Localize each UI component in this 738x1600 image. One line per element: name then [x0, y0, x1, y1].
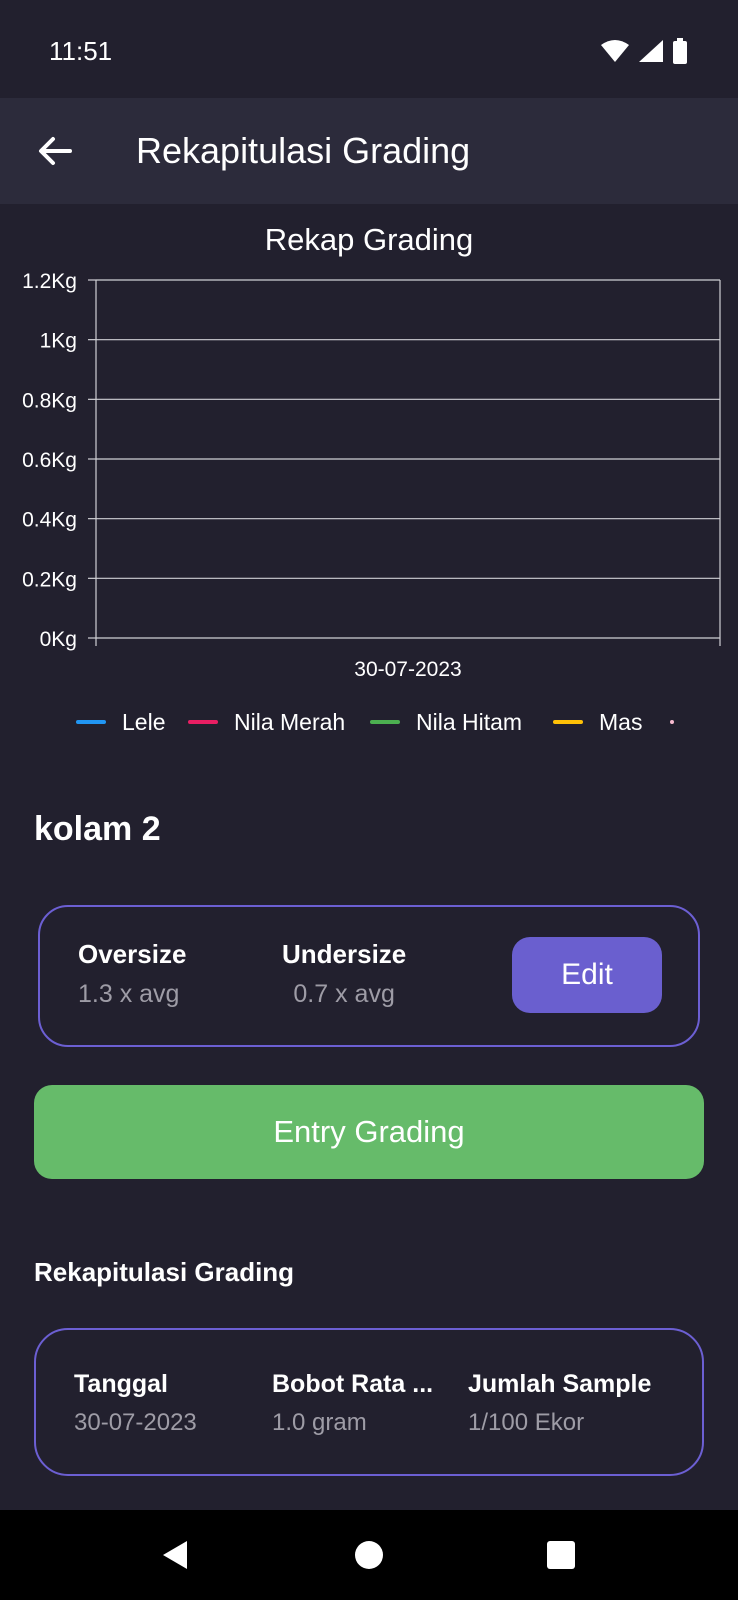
y-tick-label: 0.4Kg — [22, 509, 77, 532]
arrow-left-icon — [39, 137, 72, 165]
recap-sample-col: Jumlah Sample 1/100 Ekor — [468, 1370, 651, 1437]
weight-value: 1.0 gram — [272, 1409, 367, 1436]
edit-button[interactable]: Edit — [512, 937, 662, 1013]
legend-label: Nila Merah — [234, 708, 346, 735]
square-recents-icon — [547, 1541, 575, 1569]
legend-swatch — [188, 720, 218, 724]
legend-swatch — [370, 720, 400, 724]
y-tick-label: 0Kg — [40, 628, 77, 651]
chart-canvas: Rekap Grading 0Kg 0.2Kg 0.4Kg 0.6Kg 0.8Kg 1Kg 1… — [22, 222, 721, 681]
grading-chart: Rekap Grading 0Kg 0.2Kg 0.4Kg 0.6Kg 0.8Kg 1Kg 1… — [0, 204, 738, 764]
legend-item: Lele — [76, 696, 165, 748]
triangle-back-icon — [163, 1541, 187, 1569]
signal-icon — [639, 40, 663, 62]
legend-swatch — [670, 720, 674, 724]
y-tick-label: 0.8Kg — [22, 389, 77, 412]
legend-item: Nila Hitam — [370, 696, 522, 748]
legend-label: Lele — [122, 708, 166, 735]
pond-name: kolam 2 — [34, 810, 161, 848]
y-tick-label: 1Kg — [40, 330, 77, 353]
legend-item: Nila Merah — [188, 696, 345, 748]
battery-icon — [673, 38, 687, 64]
list-item[interactable]: Tanggal 30-07-2023 Bobot Rata ... 1.0 gr… — [34, 1328, 704, 1476]
recap-title: Rekapitulasi Grading — [34, 1257, 295, 1287]
undersize-label: Undersize — [282, 939, 407, 969]
y-tick-label: 1.2Kg — [22, 270, 77, 293]
legend-item: Mas — [553, 696, 642, 748]
legend-label: Mas — [599, 708, 643, 735]
date-label: Tanggal — [74, 1370, 168, 1398]
nav-back-button[interactable] — [148, 1528, 202, 1582]
oversize-block: Oversize 1.3 x avg — [78, 939, 186, 1009]
wifi-icon — [601, 40, 629, 62]
system-nav-bar — [0, 1510, 738, 1600]
oversize-value: 1.3 x avg — [78, 980, 180, 1008]
chart-legend: Lele Nila Merah Nila Hitam Mas — [76, 696, 696, 748]
recap-date-col: Tanggal 30-07-2023 — [74, 1370, 197, 1437]
sample-value: 1/100 Ekor — [468, 1409, 585, 1436]
y-tick-label: 0.2Kg — [22, 568, 77, 591]
date-value: 30-07-2023 — [74, 1409, 197, 1436]
weight-label: Bobot Rata ... — [272, 1370, 434, 1398]
legend-swatch — [553, 720, 583, 724]
legend-swatch — [76, 720, 106, 724]
status-icons — [600, 38, 688, 64]
chart-title: Rekap Grading — [265, 222, 474, 257]
y-tick-label: 0.6Kg — [22, 449, 77, 472]
circle-home-icon — [355, 1541, 383, 1569]
undersize-block: Undersize 0.7 x avg — [282, 939, 406, 1009]
size-config-card: Oversize 1.3 x avg Undersize 0.7 x avg E… — [38, 905, 700, 1047]
nav-recents-button[interactable] — [534, 1528, 588, 1582]
app-bar: Rekapitulasi Grading — [0, 98, 738, 204]
legend-label: Nila Hitam — [416, 708, 523, 735]
entry-grading-button[interactable]: Entry Grading — [34, 1085, 704, 1179]
page-title: Rekapitulasi Grading — [136, 130, 471, 171]
nav-home-button[interactable] — [342, 1528, 396, 1582]
recap-weight-col: Bobot Rata ... 1.0 gram — [272, 1370, 433, 1437]
oversize-label: Oversize — [78, 939, 187, 969]
back-button[interactable] — [28, 124, 82, 178]
undersize-value: 0.7 x avg — [293, 980, 395, 1008]
legend-item — [670, 696, 690, 748]
sample-label: Jumlah Sample — [468, 1370, 652, 1398]
x-tick-label: 30-07-2023 — [354, 658, 461, 681]
status-time: 11:51 — [49, 36, 113, 66]
status-bar: 11:51 — [0, 0, 738, 98]
